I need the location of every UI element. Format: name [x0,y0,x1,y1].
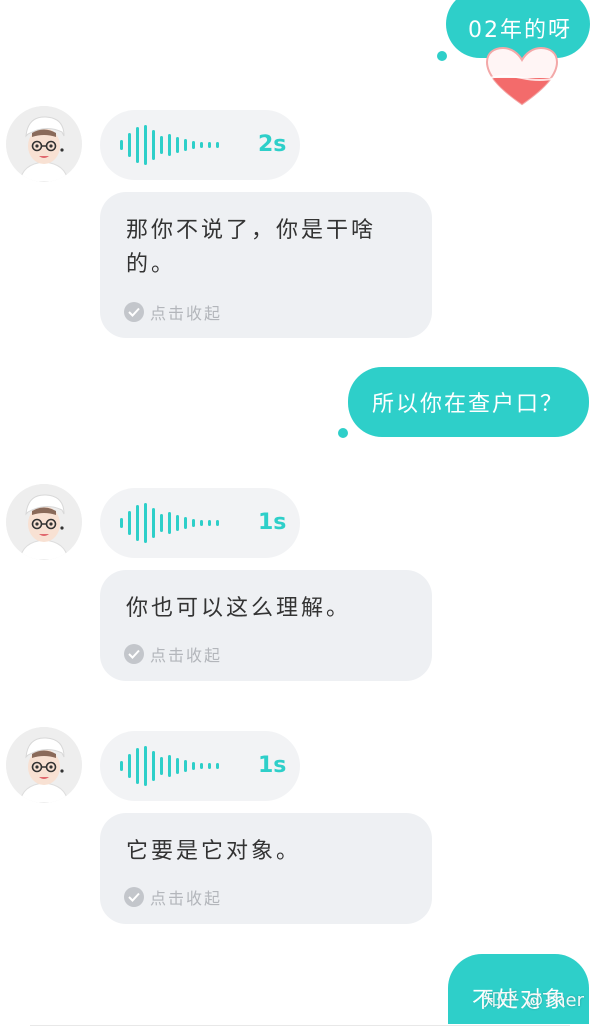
message-tail-dot [338,428,348,438]
voice-transcript-card: 那你不说了，你是干啥的。 点击收起 [100,192,432,338]
collapse-transcript-button[interactable]: 点击收起 [124,300,222,324]
voice-message-bubble[interactable]: 1s [100,488,300,558]
check-circle-icon [124,302,144,322]
transcript-text: 它要是它对象。 [126,839,302,864]
avatar[interactable] [6,484,82,560]
voice-duration: 1s [258,510,287,535]
voice-wave-icon [120,746,219,786]
heart-sticker-icon [485,46,559,106]
chat-thread: 02年的呀 2s 那你不说了，你是干啥的。 点击收起 所以你在查户口？ 1s 你… [0,0,600,1028]
outgoing-message-bubble[interactable]: 所以你在查户口？ [348,367,589,437]
voice-duration: 2s [258,132,287,157]
transcript-text: 那你不说了，你是干啥的。 [126,218,377,277]
watermark: 知乎 @Ther [483,990,584,1011]
voice-transcript-card: 你也可以这么理解。 点击收起 [100,570,432,681]
avatar[interactable] [6,727,82,803]
voice-wave-icon [120,125,219,165]
check-circle-icon [124,887,144,907]
message-text: 02年的呀 [468,18,572,43]
check-circle-icon [124,644,144,664]
collapse-label: 点击收起 [150,304,223,323]
avatar[interactable] [6,106,82,182]
divider [30,1025,570,1026]
message-tail-dot [437,51,447,61]
voice-transcript-card: 它要是它对象。 点击收起 [100,813,432,924]
collapse-label: 点击收起 [150,889,223,908]
collapse-transcript-button[interactable]: 点击收起 [124,885,222,909]
voice-message-bubble[interactable]: 2s [100,110,300,180]
voice-duration: 1s [258,753,287,778]
transcript-text: 你也可以这么理解。 [126,596,352,621]
collapse-transcript-button[interactable]: 点击收起 [124,642,222,666]
collapse-label: 点击收起 [150,646,223,665]
avatar-image [6,106,82,182]
avatar-image [6,484,82,560]
message-text: 所以你在查户口？ [372,392,565,417]
voice-wave-icon [120,503,219,543]
avatar-image [6,727,82,803]
voice-message-bubble[interactable]: 1s [100,731,300,801]
